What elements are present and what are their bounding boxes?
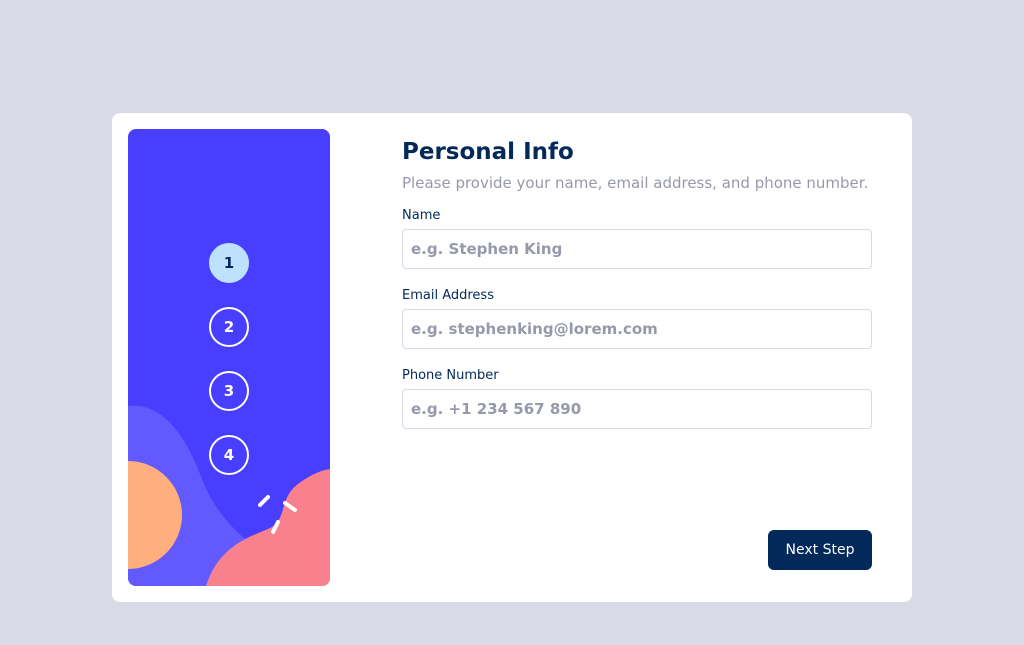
step-4-indicator[interactable]: 4 (209, 435, 249, 475)
email-field-group: Email Address (402, 287, 872, 349)
phone-label: Phone Number (402, 368, 499, 383)
step-sidebar: 1 2 3 4 (128, 129, 330, 586)
email-label: Email Address (402, 288, 494, 303)
page-title: Personal Info (402, 139, 574, 165)
email-input[interactable] (402, 309, 872, 349)
page-subtitle: Please provide your name, email address,… (402, 174, 869, 192)
next-step-button[interactable]: Next Step (768, 530, 872, 570)
name-label: Name (402, 208, 441, 223)
step-3-indicator[interactable]: 3 (209, 371, 249, 411)
phone-input[interactable] (402, 389, 872, 429)
form-main: Personal Info Please provide your name, … (402, 137, 872, 429)
step-2-indicator[interactable]: 2 (209, 307, 249, 347)
step-list: 1 2 3 4 (209, 243, 249, 499)
name-input[interactable] (402, 229, 872, 269)
phone-field-group: Phone Number (402, 367, 872, 429)
name-field-group: Name (402, 207, 872, 269)
form-card: 1 2 3 4 Personal Info Please provide you… (112, 113, 912, 602)
step-1-indicator[interactable]: 1 (209, 243, 249, 283)
